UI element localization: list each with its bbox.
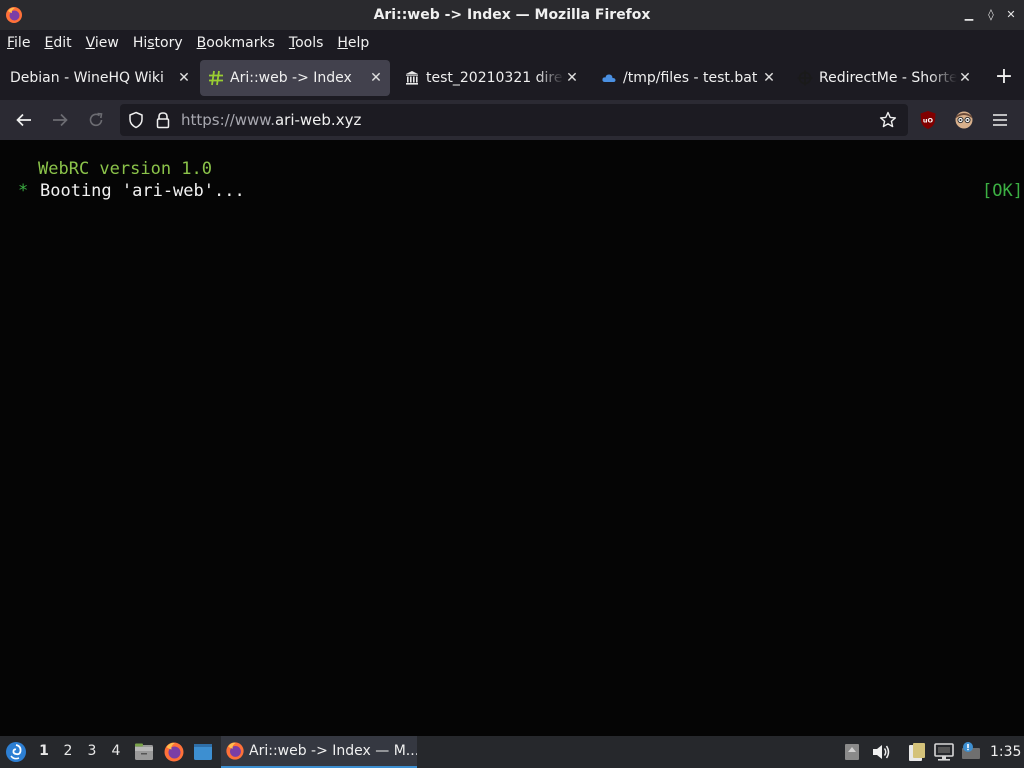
menu-history[interactable]: History — [133, 35, 183, 51]
menu-help-mnemonic: H — [337, 35, 348, 51]
hamburger-menu-icon — [993, 114, 1007, 126]
forward-button[interactable] — [48, 108, 72, 132]
taskbar-task-label: Ari::web -> Index — M... — [249, 743, 417, 759]
tab-ari-web-index[interactable]: Ari::web -> Index ✕ — [200, 60, 390, 96]
crosshair-icon — [797, 70, 813, 86]
boot-status-ok: [OK] — [982, 181, 1023, 201]
menu-view-mnemonic: V — [85, 35, 95, 51]
workspace-2[interactable]: 2 — [60, 743, 76, 759]
webrc-version-line: WebRC version 1.0 — [38, 159, 212, 179]
tab-close-icon[interactable]: ✕ — [564, 70, 580, 86]
menu-view-label: iew — [94, 35, 119, 51]
lock-icon[interactable] — [155, 111, 171, 129]
url-domain: ari-web.xyz — [274, 111, 362, 129]
package-updates-icon[interactable] — [841, 741, 863, 763]
tab-close-icon[interactable]: ✕ — [957, 70, 973, 86]
menu-view[interactable]: View — [86, 35, 119, 51]
back-button[interactable] — [12, 108, 36, 132]
workspace-1[interactable]: 1 — [36, 743, 52, 759]
menu-history-label-b: tory — [154, 35, 183, 51]
tab-debian-winehq[interactable]: Debian - WineHQ Wiki ✕ — [6, 60, 192, 96]
tab-close-icon[interactable]: ✕ — [176, 70, 192, 86]
bookmark-star-icon[interactable] — [879, 111, 897, 129]
arrow-left-icon — [16, 113, 31, 127]
network-icon[interactable] — [933, 741, 955, 763]
navigation-toolbar: https://www.ari-web.xyz uO — [0, 100, 1024, 140]
tab-label: /tmp/files - test.bat — [623, 70, 758, 86]
terminal-launcher-icon[interactable] — [192, 741, 214, 763]
arrow-right-icon — [53, 113, 68, 127]
archive-icon — [406, 71, 418, 85]
tab-tmp-files[interactable]: /tmp/files - test.bat ✕ — [601, 60, 777, 96]
menu-file-mnemonic: F — [7, 35, 15, 51]
reload-icon — [89, 112, 103, 127]
app-menu-button[interactable] — [988, 108, 1012, 132]
minimize-button[interactable]: ▁ — [962, 7, 976, 23]
tab-test-directory[interactable]: test_20210321 directory ✕ — [404, 60, 580, 96]
firefox-launcher-icon[interactable] — [163, 741, 185, 763]
menu-tools[interactable]: Tools — [289, 35, 324, 51]
hash-icon — [209, 70, 223, 86]
new-tab-button[interactable]: + — [992, 66, 1016, 90]
menu-bookmarks[interactable]: Bookmarks — [197, 35, 275, 51]
menu-bookmarks-label: ookmarks — [206, 35, 275, 51]
window-title: Ari::web -> Index — Mozilla Firefox — [373, 7, 651, 23]
menu-help-label: elp — [347, 35, 370, 51]
extension-face-icon — [955, 111, 973, 129]
notification-icon[interactable] — [960, 741, 982, 763]
tab-label: Ari::web -> Index — [230, 70, 352, 86]
menu-edit[interactable]: Edit — [44, 35, 71, 51]
close-window-button[interactable]: ✕ — [1004, 7, 1018, 23]
boot-bullet: * — [18, 181, 29, 201]
extension-button[interactable] — [952, 108, 976, 132]
file-manager-icon[interactable] — [133, 741, 155, 763]
menu-file-label: ile — [14, 35, 31, 51]
volume-icon[interactable] — [870, 741, 892, 763]
svg-text:uO: uO — [923, 117, 934, 125]
ublock-icon: uO — [920, 111, 936, 129]
tab-redirectme[interactable]: RedirectMe - Shortener ✕ — [797, 60, 973, 96]
clipboard-icon[interactable] — [906, 741, 928, 763]
url-bar[interactable]: https://www.ari-web.xyz — [120, 104, 908, 136]
start-menu-icon[interactable] — [5, 741, 27, 763]
menu-history-mnemonic: s — [147, 35, 155, 51]
reload-button[interactable] — [84, 108, 108, 132]
url-text[interactable]: https://www.ari-web.xyz — [181, 111, 361, 129]
firefox-task-icon — [226, 742, 244, 760]
page-content: WebRC version 1.0 * Booting 'ari-web'...… — [0, 140, 1024, 736]
window-titlebar: Ari::web -> Index — Mozilla Firefox ▁ ◊ … — [0, 0, 1024, 30]
tab-close-icon[interactable]: ✕ — [368, 70, 384, 86]
tab-label: Debian - WineHQ Wiki — [10, 70, 164, 86]
menu-edit-mnemonic: E — [44, 35, 54, 51]
menu-history-label-a: Hi — [132, 35, 148, 51]
menu-file[interactable]: File — [7, 35, 30, 51]
workspace-3[interactable]: 3 — [84, 743, 100, 759]
cloud-icon — [602, 74, 616, 82]
menu-help[interactable]: Help — [337, 35, 369, 51]
shield-icon[interactable] — [127, 111, 145, 129]
tab-strip: Debian - WineHQ Wiki ✕ Ari::web -> Index… — [0, 56, 1024, 100]
menu-edit-label: dit — [53, 35, 72, 51]
workspace-4[interactable]: 4 — [108, 743, 124, 759]
taskbar-clock[interactable]: 1:35 — [990, 744, 1021, 760]
taskbar: 1 2 3 4 Ari::web -> Index — M... 1:35 — [0, 736, 1024, 768]
ublock-origin-button[interactable]: uO — [916, 108, 940, 132]
maximize-button[interactable]: ◊ — [984, 7, 998, 23]
boot-line: Booting 'ari-web'... — [40, 181, 245, 201]
menu-bar: File Edit View History Bookmarks Tools H… — [0, 30, 1024, 56]
taskbar-task-firefox[interactable]: Ari::web -> Index — M... — [221, 736, 417, 768]
menu-tools-label: ools — [295, 35, 324, 51]
tab-close-icon[interactable]: ✕ — [761, 70, 777, 86]
firefox-icon — [6, 7, 22, 23]
menu-bookmarks-mnemonic: B — [196, 35, 207, 51]
tab-label: test_20210321 directory — [426, 70, 564, 86]
url-prefix: https://www. — [181, 111, 275, 129]
tab-label: RedirectMe - Shortener — [819, 70, 957, 86]
